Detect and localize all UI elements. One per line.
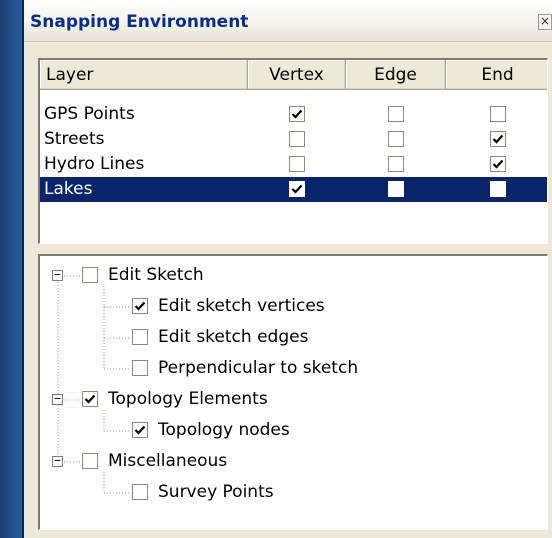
layer-name: Lakes bbox=[44, 179, 93, 199]
check-icon bbox=[134, 301, 146, 311]
tree-group-label[interactable]: Edit Sketch bbox=[108, 265, 204, 285]
snapping-environment-window: Snapping Environment × Layer Vertex Edge… bbox=[22, 0, 552, 538]
column-header-edge[interactable]: Edge bbox=[346, 60, 446, 90]
snap-option-checkbox[interactable] bbox=[132, 298, 148, 314]
window-title: Snapping Environment bbox=[30, 12, 249, 32]
check-icon bbox=[84, 394, 96, 404]
vertex-snap-checkbox[interactable] bbox=[289, 156, 305, 172]
snap-option-checkbox[interactable] bbox=[132, 422, 148, 438]
tree-item-label[interactable]: Edit sketch edges bbox=[158, 327, 308, 347]
minus-box-icon[interactable]: − bbox=[52, 269, 63, 281]
column-header-layer[interactable]: Layer bbox=[40, 60, 248, 90]
vertex-snap-checkbox[interactable] bbox=[289, 181, 305, 197]
vertex-snap-checkbox[interactable] bbox=[289, 131, 305, 147]
tree-group-label[interactable]: Miscellaneous bbox=[108, 451, 227, 471]
layer-list[interactable]: Layer Vertex Edge End GPS Points Streets H… bbox=[38, 58, 548, 244]
tree-item-label[interactable]: Topology nodes bbox=[158, 420, 290, 440]
layer-row[interactable]: GPS Points bbox=[40, 102, 547, 127]
group-checkbox[interactable] bbox=[82, 453, 98, 469]
column-header-end[interactable]: End bbox=[446, 60, 547, 90]
end-snap-checkbox[interactable] bbox=[490, 106, 506, 122]
group-checkbox[interactable] bbox=[82, 267, 98, 283]
edge-snap-checkbox[interactable] bbox=[388, 106, 404, 122]
tree-item-label[interactable]: Perpendicular to sketch bbox=[158, 358, 358, 378]
edge-snap-checkbox[interactable] bbox=[388, 131, 404, 147]
group-checkbox[interactable] bbox=[82, 391, 98, 407]
close-button[interactable]: × bbox=[538, 14, 552, 30]
end-snap-checkbox[interactable] bbox=[490, 156, 506, 172]
tree-item-label[interactable]: Survey Points bbox=[158, 482, 274, 502]
layer-name: Streets bbox=[44, 129, 105, 149]
edge-snap-checkbox[interactable] bbox=[388, 156, 404, 172]
layer-name: GPS Points bbox=[44, 104, 135, 124]
minus-box-icon[interactable]: − bbox=[52, 393, 63, 405]
tree-group-label[interactable]: Topology Elements bbox=[108, 389, 268, 409]
layer-row[interactable]: Hydro Lines bbox=[40, 152, 547, 177]
check-icon bbox=[492, 134, 504, 144]
tree-item-label[interactable]: Edit sketch vertices bbox=[158, 296, 325, 316]
end-snap-checkbox[interactable] bbox=[490, 181, 506, 197]
snap-option-checkbox[interactable] bbox=[132, 360, 148, 376]
snap-option-checkbox[interactable] bbox=[132, 484, 148, 500]
check-icon bbox=[291, 109, 303, 119]
layer-name: Hydro Lines bbox=[44, 154, 145, 174]
edge-snap-checkbox[interactable] bbox=[388, 181, 404, 197]
snap-agent-tree[interactable]: − Edit Sketch Edit sketch vertices Edit ske… bbox=[38, 254, 548, 530]
snap-option-checkbox[interactable] bbox=[132, 329, 148, 345]
check-icon bbox=[134, 425, 146, 435]
check-icon bbox=[492, 159, 504, 169]
layer-row[interactable]: Streets bbox=[40, 127, 547, 152]
check-icon bbox=[291, 184, 303, 194]
close-icon: × bbox=[539, 14, 551, 28]
desktop-background bbox=[0, 0, 22, 538]
column-header-vertex[interactable]: Vertex bbox=[248, 60, 346, 90]
layer-row[interactable]: Lakes bbox=[40, 177, 547, 202]
title-bar[interactable]: Snapping Environment × bbox=[24, 0, 552, 42]
minus-box-icon[interactable]: − bbox=[52, 455, 63, 467]
end-snap-checkbox[interactable] bbox=[490, 131, 506, 147]
vertex-snap-checkbox[interactable] bbox=[289, 106, 305, 122]
